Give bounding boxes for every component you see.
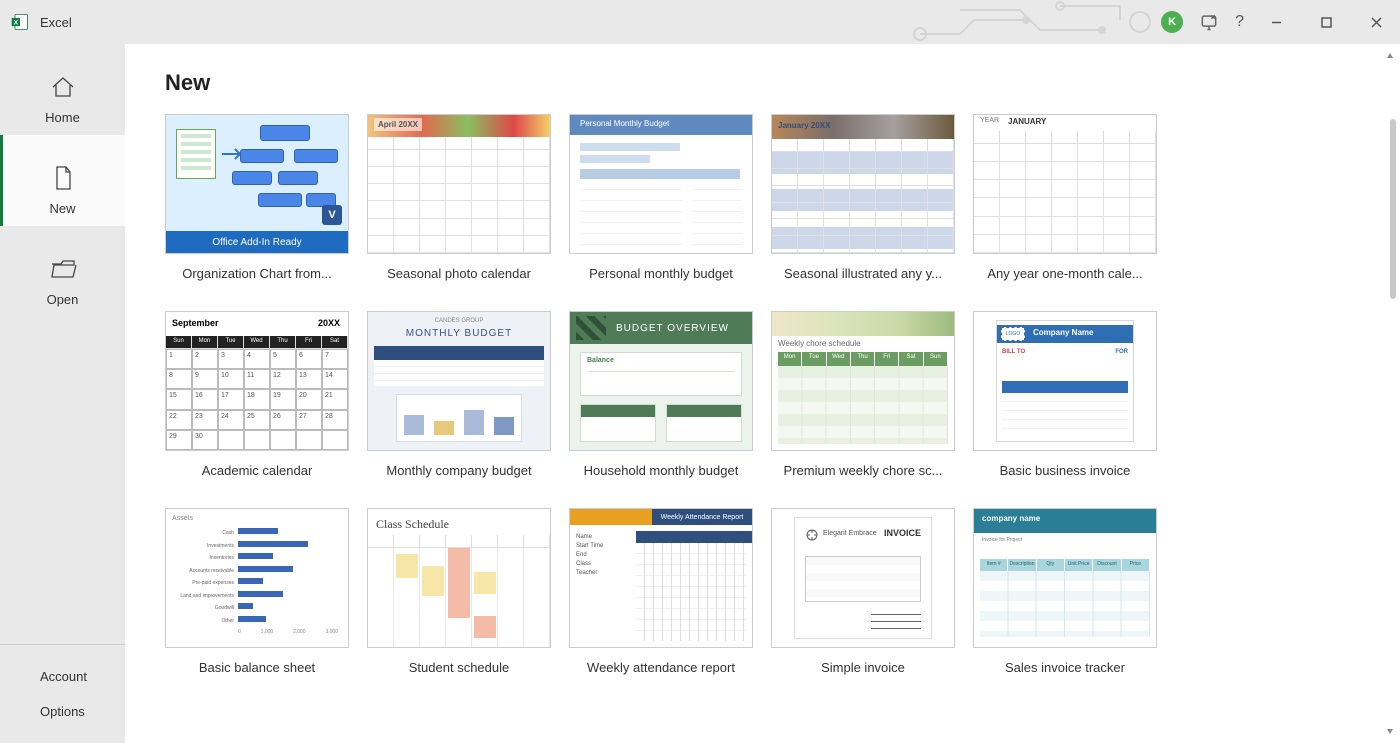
thumb-any: YEAR JANUARY	[973, 114, 1157, 254]
template-caption: Student schedule	[409, 660, 509, 675]
template-weekly-chore[interactable]: Weekly chore schedule MonTueWedThuFriSat…	[771, 311, 955, 478]
template-monthly-company-budget[interactable]: CANDES GROUP MONTHLY BUDGET Monthly comp…	[367, 311, 551, 478]
scroll-track[interactable]	[1384, 64, 1396, 723]
coming-soon-icon[interactable]	[1197, 10, 1221, 34]
template-caption: Weekly attendance report	[587, 660, 735, 675]
page-heading: New	[165, 70, 1360, 96]
template-caption: Organization Chart from...	[182, 266, 332, 281]
template-seasonal-illustrated[interactable]: January 20XX Seasonal illustrated any y.…	[771, 114, 955, 281]
minimize-button[interactable]	[1258, 8, 1294, 36]
template-caption: Academic calendar	[202, 463, 313, 478]
template-simple-invoice[interactable]: Elegant Embrace INVOICE Simple invoice	[771, 508, 955, 675]
thumb-chore: Weekly chore schedule MonTueWedThuFriSat…	[771, 311, 955, 451]
sidebar-label-open: Open	[47, 292, 79, 307]
template-balance-sheet[interactable]: Assets CashInvestmentsInventoriesAccount…	[165, 508, 349, 675]
thumb-inv: LOGO Company Name BILL TOFOR	[973, 311, 1157, 451]
template-any-year-calendar[interactable]: YEAR JANUARY Any year one-month cale...	[973, 114, 1157, 281]
excel-app-icon: X	[10, 12, 30, 32]
decorative-circuit	[910, 0, 1170, 44]
thumb-hmb: BUDGET OVERVIEW	[569, 311, 753, 451]
thumb-org-chart: V Office Add-In Ready	[165, 114, 349, 254]
template-attendance-report[interactable]: Weekly Attendance Report NameStart TimeE…	[569, 508, 753, 675]
thumb-att: Weekly Attendance Report NameStart TimeE…	[569, 508, 753, 648]
thumb-stud: Class Schedule	[367, 508, 551, 648]
template-caption: Basic balance sheet	[199, 660, 315, 675]
backstage-sidebar: Home New Open Account Options	[0, 44, 125, 743]
template-sales-invoice-tracker[interactable]: company name Invoice for Project Item #D…	[973, 508, 1157, 675]
thumb-sinv: Elegant Embrace INVOICE	[771, 508, 955, 648]
template-seasonal-photo-calendar[interactable]: April 20XX Seasonal photo calendar	[367, 114, 551, 281]
thumb-seasonal: April 20XX	[367, 114, 551, 254]
sidebar-options-link[interactable]: Options	[0, 694, 125, 729]
avatar-initial: K	[1168, 16, 1176, 28]
template-caption: Premium weekly chore sc...	[784, 463, 943, 478]
template-org-chart[interactable]: V Office Add-In Ready Organization Chart…	[165, 114, 349, 281]
template-caption: Seasonal photo calendar	[387, 266, 531, 281]
template-business-invoice[interactable]: LOGO Company Name BILL TOFOR Basic busin…	[973, 311, 1157, 478]
home-icon	[48, 72, 78, 102]
open-folder-icon	[48, 254, 78, 284]
sidebar-item-home[interactable]: Home	[0, 44, 125, 135]
thumb-bal: Assets CashInvestmentsInventoriesAccount…	[165, 508, 349, 648]
thumb-pmb: Personal Monthly Budget	[569, 114, 753, 254]
addin-bar: Office Add-In Ready	[166, 231, 348, 253]
template-caption: Basic business invoice	[1000, 463, 1131, 478]
help-button[interactable]: ?	[1235, 13, 1244, 31]
sidebar-label-home: Home	[45, 110, 80, 125]
app-title: Excel	[40, 15, 72, 30]
sidebar-item-open[interactable]: Open	[0, 226, 125, 317]
thumb-acad: September 20XX SunMonTueWedThuFriSat 123…	[165, 311, 349, 451]
template-caption: Monthly company budget	[386, 463, 531, 478]
template-caption: Any year one-month cale...	[987, 266, 1142, 281]
sidebar-item-new[interactable]: New	[0, 135, 125, 226]
sidebar-account-link[interactable]: Account	[0, 659, 125, 694]
template-caption: Household monthly budget	[584, 463, 739, 478]
template-academic-calendar[interactable]: September 20XX SunMonTueWedThuFriSat 123…	[165, 311, 349, 478]
new-page-content: New V Office Add-In Ready Organization C…	[125, 44, 1400, 743]
thumb-sill: January 20XX	[771, 114, 955, 254]
scroll-up-icon[interactable]	[1382, 48, 1398, 64]
scroll-thumb[interactable]	[1390, 119, 1396, 299]
maximize-button[interactable]	[1308, 8, 1344, 36]
svg-text:X: X	[14, 20, 19, 27]
sidebar-label-new: New	[49, 201, 75, 216]
template-grid: V Office Add-In Ready Organization Chart…	[165, 114, 1360, 675]
template-personal-monthly-budget[interactable]: Personal Monthly Budget Personal monthly…	[569, 114, 753, 281]
template-caption: Simple invoice	[821, 660, 905, 675]
scrollbar[interactable]	[1382, 48, 1398, 739]
user-avatar[interactable]: K	[1161, 11, 1183, 33]
template-student-schedule[interactable]: Class Schedule Student schedule	[367, 508, 551, 675]
thumb-sit: company name Invoice for Project Item #D…	[973, 508, 1157, 648]
new-file-icon	[48, 163, 78, 193]
close-button[interactable]	[1358, 8, 1394, 36]
template-caption: Sales invoice tracker	[1005, 660, 1125, 675]
visio-badge: V	[322, 205, 342, 225]
scroll-down-icon[interactable]	[1382, 723, 1398, 739]
template-caption: Seasonal illustrated any y...	[784, 266, 942, 281]
template-caption: Personal monthly budget	[589, 266, 733, 281]
template-household-budget[interactable]: BUDGET OVERVIEW Household monthly budget	[569, 311, 753, 478]
title-bar: X Excel K ?	[0, 0, 1400, 44]
thumb-mcb: CANDES GROUP MONTHLY BUDGET	[367, 311, 551, 451]
